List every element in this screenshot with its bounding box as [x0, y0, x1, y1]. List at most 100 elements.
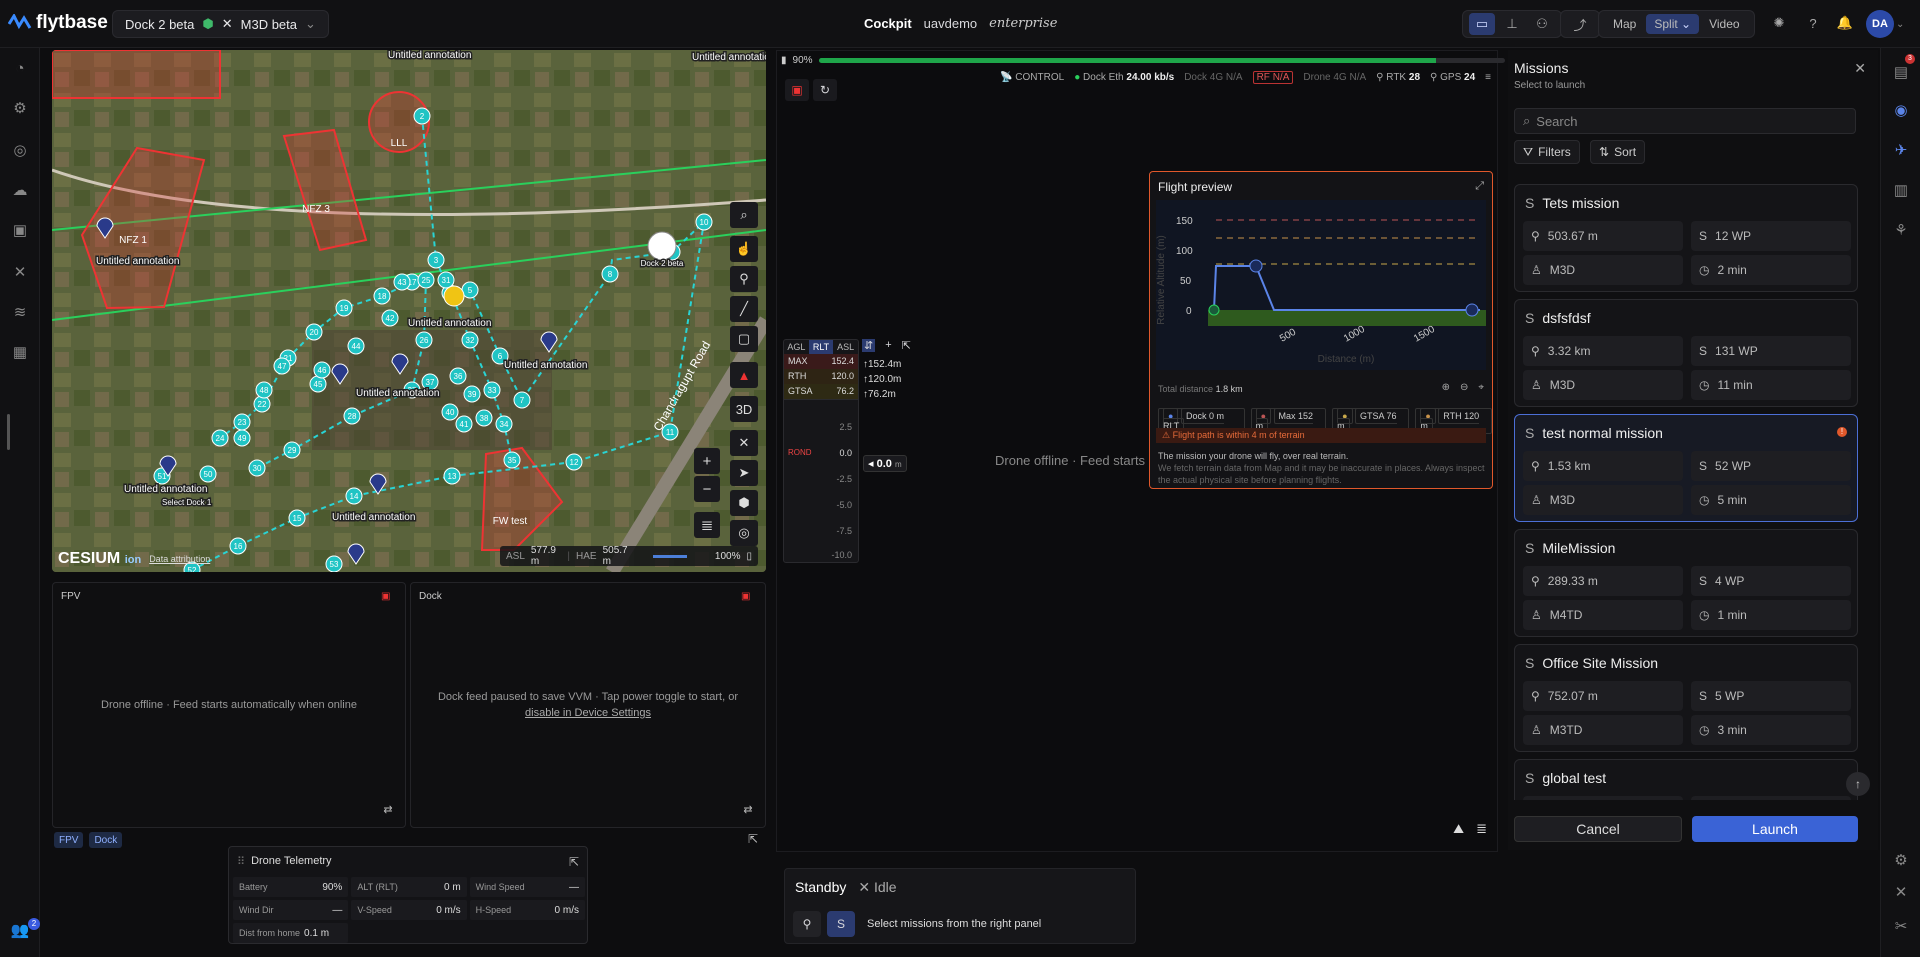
dock-view-icon[interactable]: ▭ — [1469, 13, 1495, 35]
device-settings-link[interactable]: disable in Device Settings — [411, 707, 765, 719]
waypoint-marker[interactable]: 48 — [255, 381, 273, 399]
drag-handle-icon[interactable]: ⠿ — [237, 855, 245, 868]
search-input[interactable]: Search — [1536, 114, 1577, 129]
annotation-label[interactable]: Untitled annotation — [123, 483, 209, 497]
3d-toggle[interactable]: 3D — [730, 396, 758, 422]
mission-card[interactable]: Stest normal mission! ⚲ 1.53 km S 52 WP ♙ M3D ◷… — [1514, 414, 1858, 522]
select-dock-label[interactable]: Select Dock 1 — [161, 497, 214, 509]
waypoint-marker[interactable]: 46 — [313, 361, 331, 379]
radar-icon[interactable]: ◎ — [8, 138, 32, 162]
add-icon[interactable]: + — [885, 339, 891, 352]
view-split[interactable]: Split ⌄ — [1646, 14, 1700, 34]
filters-button[interactable]: ⛛ Filters — [1514, 140, 1580, 164]
help-icon[interactable]: ? — [1800, 12, 1826, 34]
bug-icon[interactable]: ✺ — [1766, 12, 1792, 34]
flight-icon[interactable]: ✈ — [1889, 138, 1913, 162]
layers-icon[interactable]: ≣ — [694, 512, 720, 538]
dock-station-icon[interactable]: ⊥ — [1499, 13, 1525, 35]
waypoint-marker[interactable]: 11 — [661, 423, 679, 441]
drone-icon[interactable]: ✕ — [8, 260, 32, 284]
annotation-label[interactable]: Untitled annotation — [691, 51, 767, 65]
waypoint-marker[interactable]: 25 — [417, 271, 435, 289]
tab-asl[interactable]: ASL — [833, 340, 858, 354]
cancel-button[interactable]: Cancel — [1514, 816, 1682, 842]
route-icon[interactable]: S — [827, 911, 855, 937]
waypoint-marker[interactable]: 42 — [381, 309, 399, 327]
annotation-label[interactable]: Untitled annotation — [355, 387, 441, 401]
zoom-out-button[interactable]: − — [694, 476, 720, 502]
drone-status-icon[interactable]: ◉ — [1889, 98, 1913, 122]
view-map[interactable]: Map — [1605, 14, 1644, 34]
cube-icon[interactable]: ⬢ — [730, 490, 758, 516]
popout-icon[interactable]: ⇱ — [902, 339, 911, 352]
tools-icon[interactable]: ✂ — [1889, 914, 1913, 938]
waypoint-marker[interactable]: 15 — [288, 509, 306, 527]
box-icon[interactable]: ▣ — [8, 218, 32, 242]
menu-icon[interactable]: ≡ — [1485, 72, 1491, 83]
rail-scroll-handle[interactable] — [7, 414, 10, 450]
location-pin-icon[interactable]: ⚲ — [793, 911, 821, 937]
settings-gear-icon[interactable]: ⚙ — [1889, 848, 1913, 872]
waypoint-marker[interactable]: 36 — [449, 367, 467, 385]
waypoint-marker[interactable]: 28 — [343, 407, 361, 425]
altitude-mode-icon[interactable]: ⇵ — [862, 339, 876, 352]
telemetry-dist-home[interactable]: Dist from home 0.1 m — [233, 923, 349, 943]
waypoint-marker[interactable]: 34 — [495, 415, 513, 433]
compass-icon[interactable]: ▲ — [730, 362, 758, 388]
annotation-label[interactable]: Untitled annotation — [503, 359, 589, 373]
warning-icon[interactable]: ! — [1837, 427, 1847, 437]
map-overlay-icon[interactable]: ⛰ — [1453, 821, 1464, 837]
camera-off-icon[interactable]: ▣ — [785, 79, 809, 101]
zoom-out-icon[interactable]: ⊖ — [1460, 382, 1468, 393]
trash-icon[interactable]: ▯ — [746, 551, 752, 562]
view-video[interactable]: Video — [1701, 14, 1747, 34]
waypoint-marker[interactable]: 39 — [463, 385, 481, 403]
weather-icon[interactable]: ☁ — [8, 178, 32, 202]
search-icon[interactable]: ⌕ — [730, 202, 758, 228]
annotation-label[interactable]: Untitled annotation — [331, 511, 417, 525]
waypoint-marker[interactable]: 8 — [601, 265, 619, 283]
waypoint-marker[interactable]: 23 — [233, 413, 251, 431]
bell-icon[interactable]: 🔔 — [1832, 12, 1858, 34]
waypoint-marker[interactable]: 2 — [413, 107, 431, 125]
waypoint-marker[interactable]: 32 — [461, 331, 479, 349]
waypoint-marker[interactable]: 16 — [229, 537, 247, 555]
waypoint-marker[interactable]: 38 — [475, 409, 493, 427]
rectangle-tool-icon[interactable]: ▢ — [730, 326, 758, 352]
waypoint-marker[interactable]: 40 — [441, 403, 459, 421]
mission-card[interactable]: Sdsfsfdsf ⚲ 3.32 km S 131 WP ♙ M3D ◷ 11 min — [1514, 299, 1858, 407]
expand-icon[interactable]: ⤢ — [1475, 180, 1484, 193]
user-menu[interactable]: DA ⌄ — [1866, 10, 1904, 38]
waypoint-marker[interactable]: 43 — [393, 273, 411, 291]
waypoint-marker[interactable]: 10 — [695, 213, 713, 231]
telemetry-wind-speed[interactable]: Wind Speed — — [469, 877, 585, 897]
nfz-zone[interactable] — [52, 50, 221, 99]
waypoint-marker[interactable]: 41 — [455, 415, 473, 433]
swap-icon[interactable]: ⇄ — [379, 803, 397, 819]
line-tool-icon[interactable]: ╱ — [730, 296, 758, 322]
zoom-slider[interactable] — [653, 554, 687, 558]
waypoint-marker[interactable]: 29 — [283, 441, 301, 459]
waypoint-marker[interactable]: 33 — [483, 381, 501, 399]
navigate-icon[interactable]: ➤ — [730, 460, 758, 486]
waypoint-marker[interactable]: 53 — [325, 555, 343, 572]
dock-selector[interactable]: Dock 2 beta ⬢ ✕ M3D beta ⌄ — [112, 10, 329, 38]
waypoint-marker[interactable]: 35 — [503, 451, 521, 469]
dashboard-icon[interactable]: ◔ — [8, 56, 32, 80]
waypoint-marker[interactable]: 13 — [443, 467, 461, 485]
waypoint-marker[interactable]: 19 — [335, 299, 353, 317]
camera-off-icon[interactable]: ▣ — [381, 591, 397, 605]
scroll-top-button[interactable]: ↑ — [1846, 772, 1870, 796]
map-view[interactable]: Chandragupt Road NFZ 1 NFZ 3 LLL FW test… — [52, 50, 766, 572]
tab-rlt[interactable]: RLT — [808, 340, 834, 354]
chip-icon[interactable]: ▦ — [8, 340, 32, 364]
zoom-in-button[interactable]: + — [694, 448, 720, 474]
fpv-chip[interactable]: FPV — [54, 832, 84, 848]
waypoint-marker[interactable]: 26 — [415, 331, 433, 349]
waypoint-marker[interactable]: 50 — [199, 465, 217, 483]
dock-chip[interactable]: Dock — [89, 832, 123, 848]
waypoint-marker[interactable]: 24 — [211, 429, 229, 447]
payload-icon[interactable]: ⚘ — [1889, 218, 1913, 242]
telemetry-v-speed[interactable]: V-Speed 0 m/s — [351, 900, 467, 920]
annotation-label[interactable]: Untitled annotation — [407, 317, 493, 331]
